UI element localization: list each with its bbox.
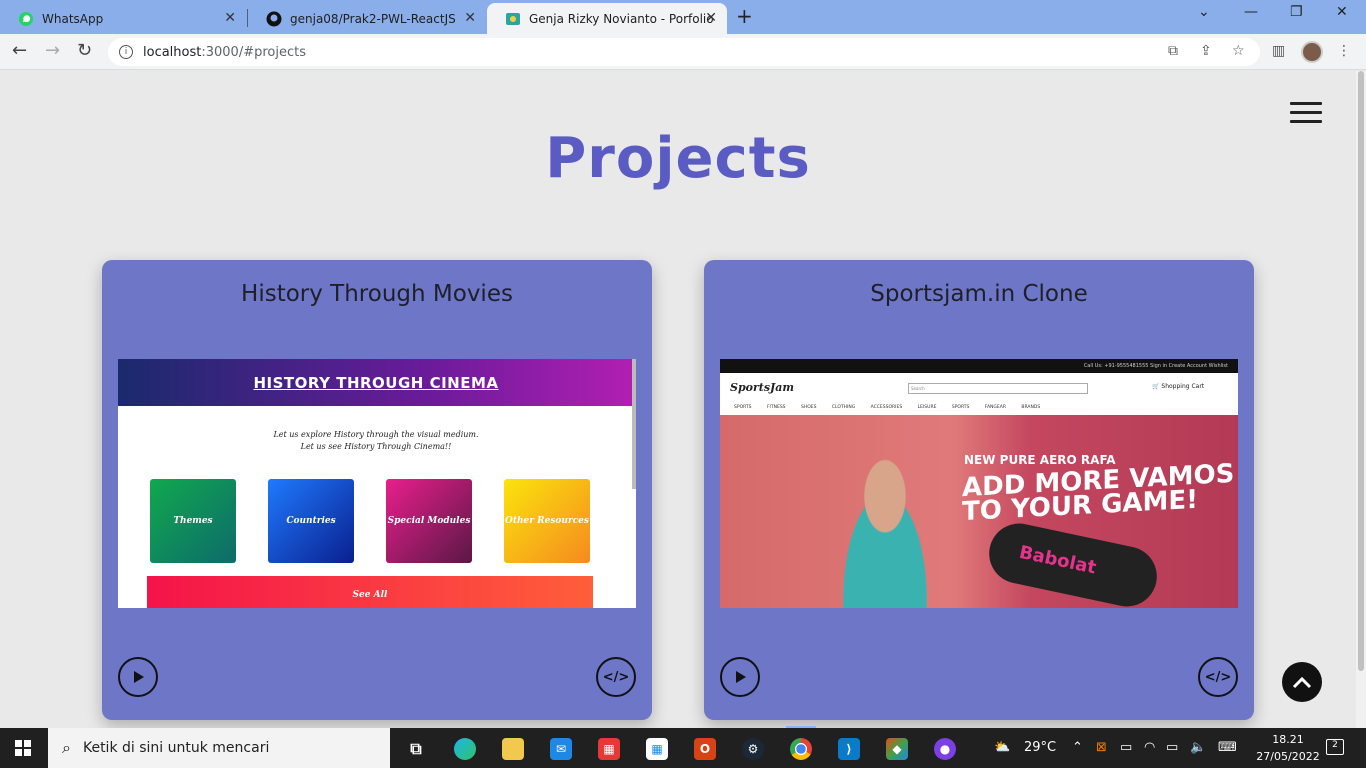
office-icon[interactable]: O (694, 738, 716, 760)
gift-icon[interactable]: ▦ (598, 738, 620, 760)
new-tab-icon[interactable]: + (736, 4, 753, 28)
preview-logo: SportsJam (730, 381, 795, 394)
github-desktop-icon[interactable]: ● (934, 738, 956, 760)
git-tool-icon[interactable]: ◆ (886, 738, 908, 760)
search-icon: ⌕ (62, 738, 71, 757)
play-icon (736, 671, 746, 683)
address-bar[interactable]: i localhost:3000/#projects (108, 38, 1260, 66)
view-code-button[interactable]: </> (596, 657, 636, 697)
weather-temperature[interactable]: 29°C (1024, 740, 1056, 755)
side-panel-icon[interactable]: ▥ (1272, 43, 1285, 59)
reload-icon[interactable]: ↻ (77, 40, 92, 61)
play-demo-button[interactable] (118, 657, 158, 697)
window-close-icon[interactable]: ✕ (1336, 4, 1348, 20)
preview-navbar: SportsJam Search 🛒 Shopping Cart SPORTS … (720, 373, 1238, 415)
preview-subtitle: Let us explore History through the visua… (273, 430, 479, 451)
browser-tab-strip: WhatsApp ✕ genja08/Prak2-PWL-ReactJS ✕ G… (0, 0, 1366, 34)
taskbar-clock[interactable]: 18.21 27/05/2022 (1248, 731, 1328, 765)
tab-label: genja08/Prak2-PWL-ReactJS (290, 11, 456, 26)
close-icon[interactable]: ✕ (705, 10, 717, 26)
project-preview-image: Call Us: +91-9555481555 Sign in Create A… (720, 359, 1238, 608)
taskbar-search-placeholder: Ketik di sini untuk mencari (82, 740, 270, 756)
restore-icon[interactable]: ❐ (1290, 4, 1303, 20)
share-icon[interactable]: ⇪ (1200, 43, 1212, 59)
portfolio-favicon-icon (505, 11, 521, 27)
code-icon: </> (602, 669, 630, 685)
preview-see-all: See All (147, 576, 593, 608)
preview-tile: Countries (268, 479, 354, 563)
notification-center-icon[interactable]: 2 (1326, 739, 1344, 755)
hamburger-menu-icon[interactable] (1290, 102, 1322, 124)
url-text: localhost:3000/#projects (143, 44, 306, 60)
language-icon[interactable]: ⌨ (1218, 740, 1237, 755)
windows-taskbar: ⌕ Ketik di sini untuk mencari ⧉ ✉ ▦ ▦ O … (0, 728, 1366, 768)
project-title: History Through Movies (241, 281, 513, 307)
preview-topbar: Call Us: +91-9555481555 Sign in Create A… (720, 359, 1238, 373)
vscode-icon[interactable]: ⟩ (838, 738, 860, 760)
page-scrollbar-thumb[interactable] (1358, 71, 1364, 671)
preview-search: Search (908, 383, 1088, 394)
tab-portfolio[interactable]: Genja Rizky Novianto - Porfolio ✕ (487, 3, 727, 34)
browser-toolbar: ← → ↻ i localhost:3000/#projects ⧉ ⇪ ☆ ▥… (0, 34, 1366, 70)
project-title: Sportsjam.in Clone (870, 281, 1088, 307)
play-icon (134, 671, 144, 683)
chevron-up-icon (1292, 676, 1312, 689)
page-viewport: Projects History Through Movies HISTORY … (0, 71, 1356, 728)
preview-menu: SPORTS FITNESS SHOES CLOTHING ACCESSORIE… (734, 405, 1041, 410)
tab-whatsapp[interactable]: WhatsApp ✕ (0, 3, 246, 34)
banner-line: NEW PURE AERO RAFA (964, 453, 1116, 467)
project-card: Sportsjam.in Clone Call Us: +91-95554815… (704, 260, 1254, 720)
back-arrow-icon[interactable]: ← (12, 40, 27, 61)
more-menu-icon[interactable]: ⋮ (1337, 43, 1351, 59)
preview-header: HISTORY THROUGH CINEMA (118, 359, 634, 406)
file-explorer-icon[interactable] (502, 738, 524, 760)
project-card: History Through Movies HISTORY THROUGH C… (102, 260, 652, 720)
preview-banner: NEW PURE AERO RAFA ADD MORE VAMOS TO YOU… (720, 415, 1238, 608)
whatsapp-icon (18, 11, 34, 27)
scroll-to-top-button[interactable] (1282, 662, 1322, 702)
preview-scrollbar (632, 359, 636, 489)
active-app-indicator (786, 726, 816, 728)
tab-github[interactable]: genja08/Prak2-PWL-ReactJS ✕ (248, 3, 486, 34)
minimize-icon[interactable]: — (1244, 4, 1258, 20)
battery-icon[interactable]: ▭ (1166, 740, 1178, 755)
banner-headline: ADD MORE VAMOS TO YOUR GAME! (962, 458, 1235, 528)
weather-icon[interactable]: ⛅ (994, 740, 1010, 755)
site-info-icon[interactable]: i (119, 45, 133, 59)
tab-search-icon[interactable]: ⌄ (1198, 4, 1210, 20)
preview-tile: Themes (150, 479, 236, 563)
close-icon[interactable]: ✕ (464, 10, 476, 26)
play-demo-button[interactable] (720, 657, 760, 697)
meet-icon[interactable]: ▭ (1120, 740, 1132, 755)
preview-racket-bag: Babolat (983, 517, 1163, 608)
preview-tile: Special Modules (386, 479, 472, 563)
xampp-icon[interactable]: ⊠ (1096, 740, 1107, 755)
view-code-button[interactable]: </> (1198, 657, 1238, 697)
project-preview-image: HISTORY THROUGH CINEMA Let us explore Hi… (118, 359, 636, 608)
github-icon (266, 11, 282, 27)
bookmark-star-icon[interactable]: ☆ (1232, 43, 1245, 59)
wifi-icon[interactable]: ◠ (1144, 740, 1155, 755)
steam-icon[interactable]: ⚙ (742, 738, 764, 760)
close-icon[interactable]: ✕ (224, 10, 236, 26)
tab-label: Genja Rizky Novianto - Porfolio (529, 11, 714, 26)
preview-athlete (820, 435, 950, 608)
code-icon: </> (1204, 669, 1232, 685)
chrome-icon[interactable] (790, 738, 812, 760)
volume-icon[interactable]: 🔈 (1190, 740, 1206, 755)
translate-icon[interactable]: ⧉ (1168, 43, 1178, 59)
edge-icon[interactable] (454, 738, 476, 760)
task-view-icon[interactable]: ⧉ (405, 738, 427, 760)
preview-cart: 🛒 Shopping Cart (1152, 383, 1205, 390)
forward-arrow-icon[interactable]: → (45, 40, 60, 61)
taskbar-search-box[interactable]: ⌕ Ketik di sini untuk mencari (48, 728, 390, 768)
windows-start-icon[interactable] (15, 740, 31, 756)
tray-expand-icon[interactable]: ⌃ (1072, 740, 1083, 755)
tab-label: WhatsApp (42, 11, 104, 26)
page-title: Projects (545, 126, 811, 191)
preview-tile: Other Resources (504, 479, 590, 563)
microsoft-store-icon[interactable]: ▦ (646, 738, 668, 760)
profile-avatar[interactable] (1301, 41, 1323, 63)
mail-icon[interactable]: ✉ (550, 738, 572, 760)
